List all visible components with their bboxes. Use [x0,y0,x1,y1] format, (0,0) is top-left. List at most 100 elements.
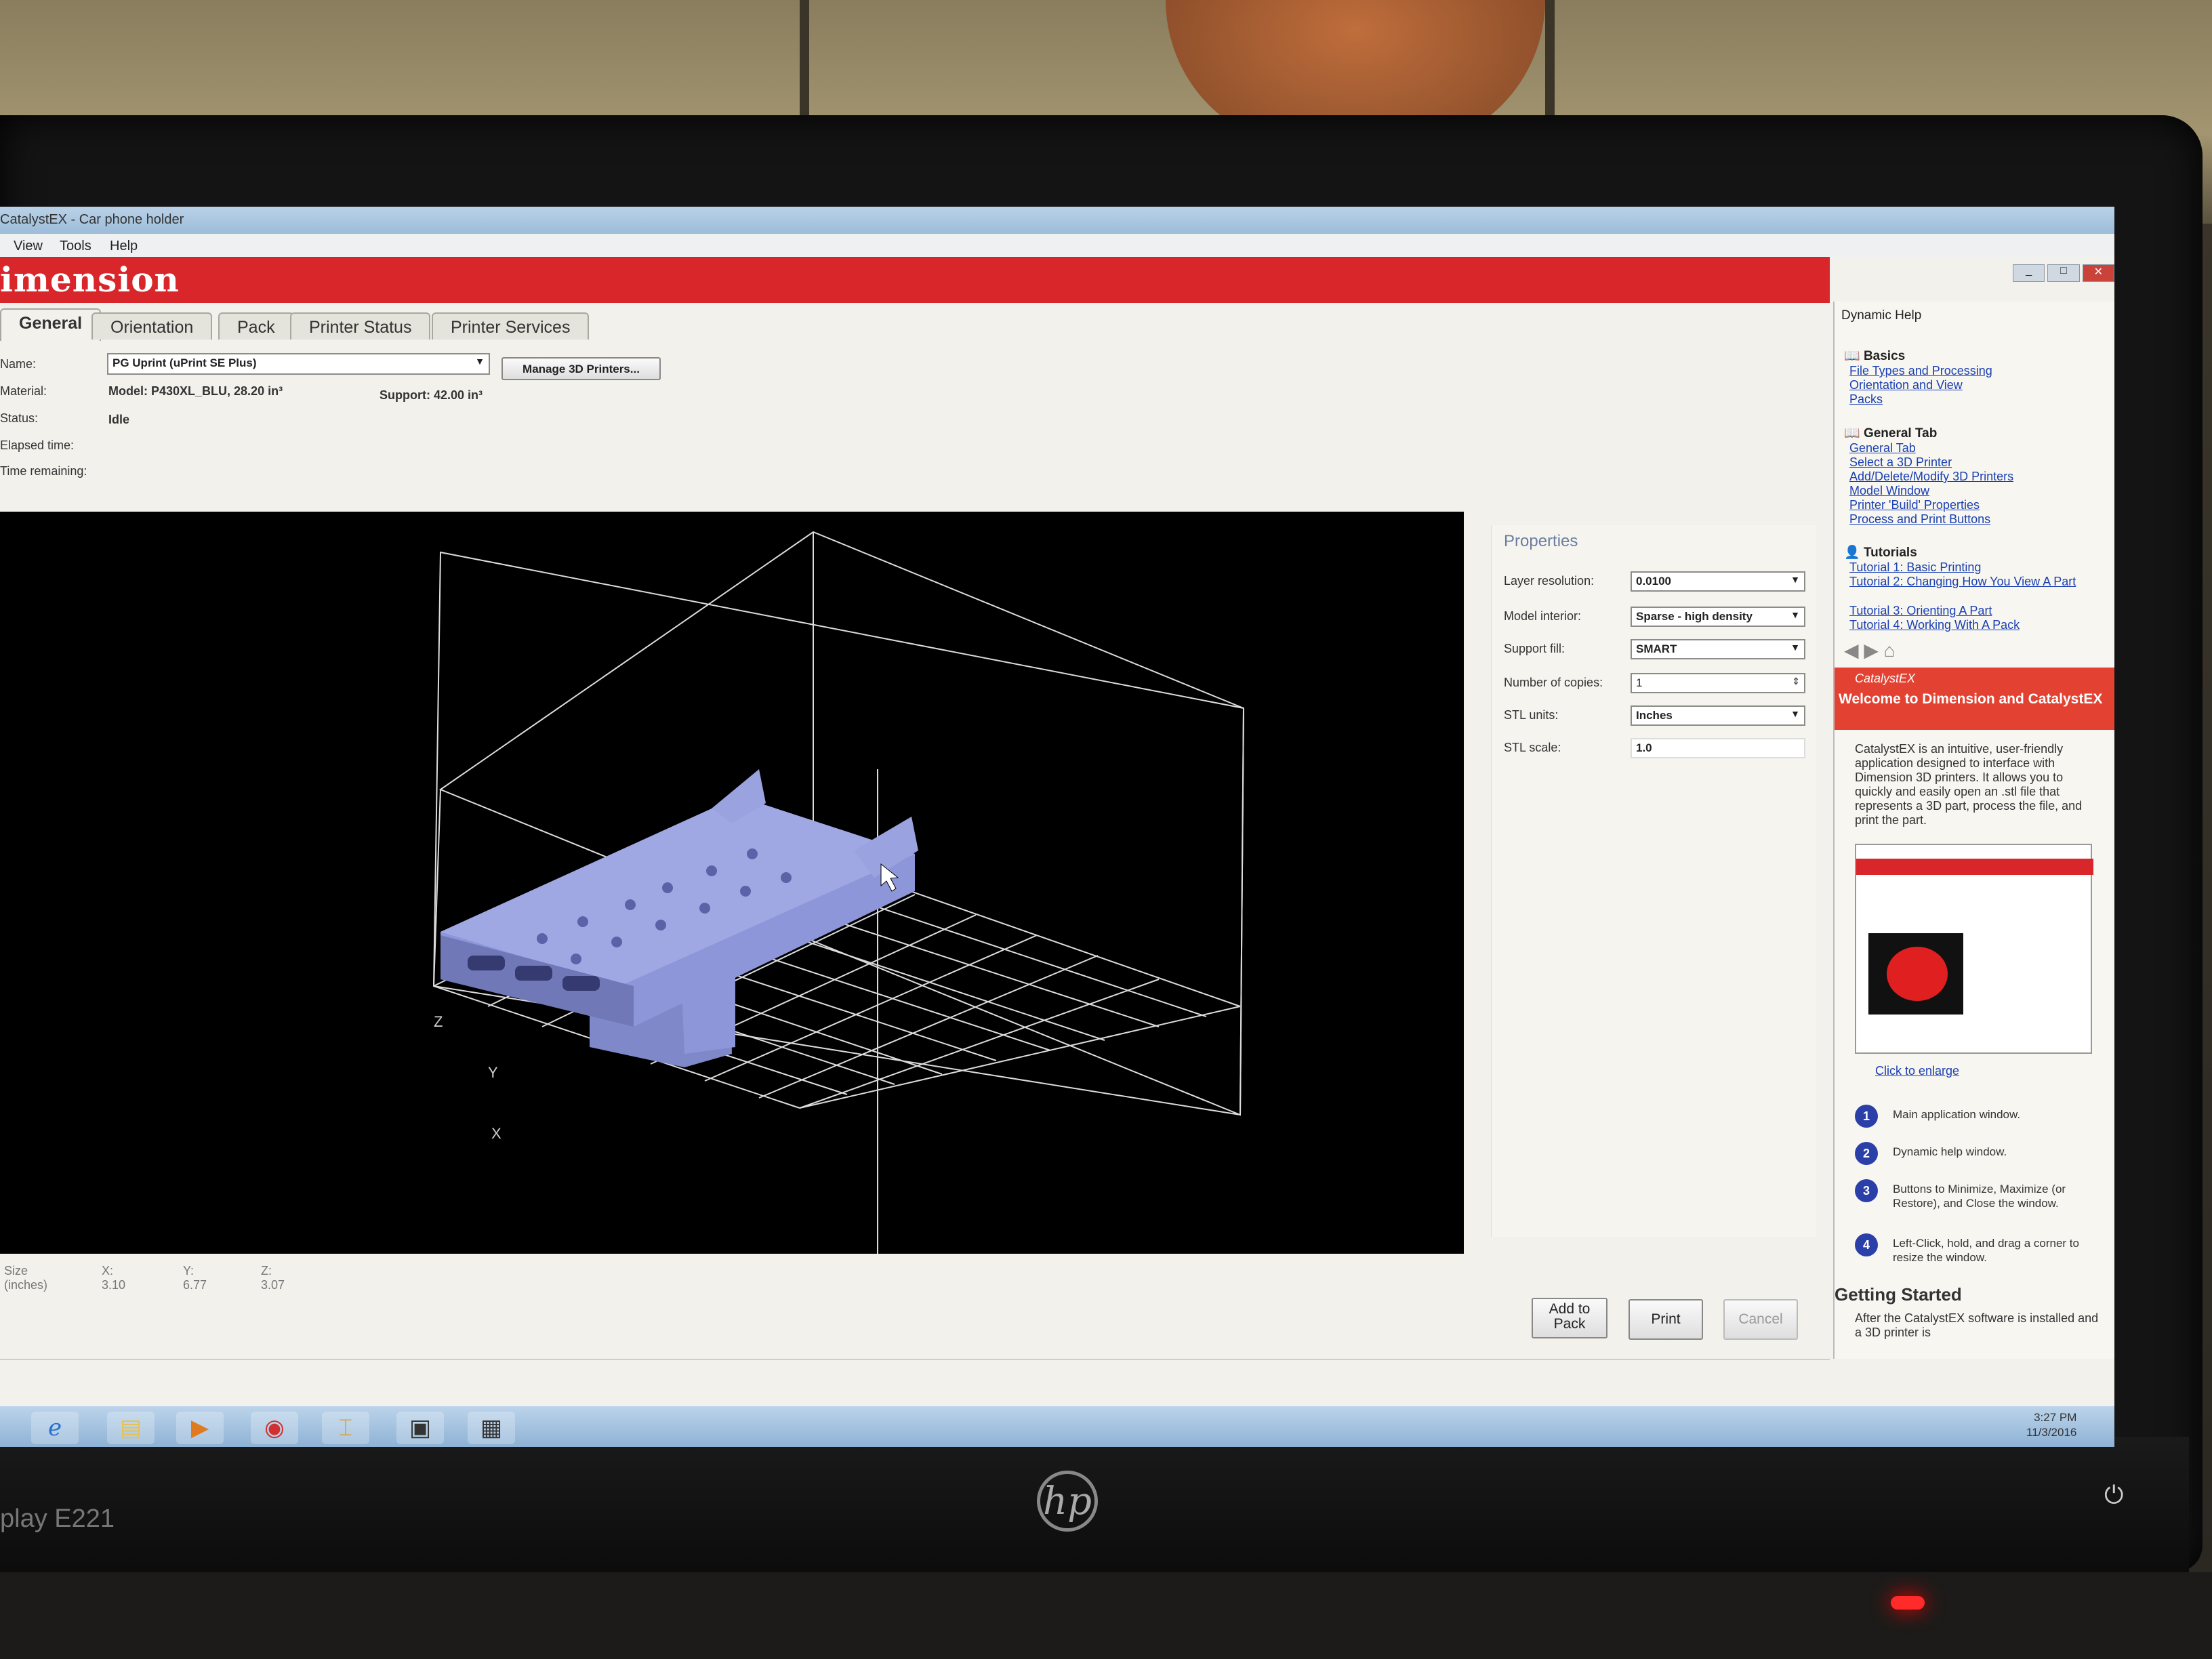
support-fill-value: SMART [1636,642,1677,655]
media-player-icon[interactable]: ▶ [176,1412,224,1444]
tab-general[interactable]: General [0,308,102,341]
help-link[interactable]: File Types and Processing [1849,364,1992,378]
tab-bar: General Orientation Pack Printer Status … [0,308,1830,342]
maximize-icon[interactable]: □ [2047,264,2080,282]
getting-started-heading: Getting Started [1835,1284,1962,1305]
menu-tools[interactable]: Tools [60,239,91,254]
tutorials-heading: 👤 Tutorials [1844,544,1917,560]
help-link[interactable]: Tutorial 1: Basic Printing [1849,560,1981,575]
help-link[interactable]: Model Window [1849,484,1929,498]
stl-scale-value: 1.0 [1636,741,1652,754]
help-link[interactable]: Process and Print Buttons [1849,512,1990,527]
support-material-value: Support: 42.00 in³ [380,388,483,402]
help-link[interactable]: Tutorial 3: Orienting A Part [1849,604,1992,618]
3d-model-car-phone-holder[interactable] [441,769,918,1067]
desk [0,1572,2212,1659]
layer-resolution-select[interactable]: 0.0100 ▼ [1631,571,1805,592]
internet-explorer-icon[interactable]: ℯ [31,1412,79,1444]
viewport-canvas[interactable]: Z Y X [0,512,1464,1254]
axis-y-label: Y [488,1064,498,1081]
help-step: 4 Left-Click, hold, and drag a corner to … [1855,1233,2106,1267]
size-y: Y: 6.77 [183,1264,207,1292]
file-explorer-icon[interactable]: ▤ [107,1412,155,1444]
general-tab-heading: 📖 General Tab [1844,425,1937,441]
help-link[interactable]: Printer 'Build' Properties [1849,498,1980,512]
monitor-model-label: play E221 [0,1504,115,1533]
help-link[interactable]: Orientation and View [1849,378,1963,392]
stepper-icon[interactable]: ⇕ [1792,676,1800,687]
app-icon[interactable]: ▣ [396,1412,444,1444]
welcome-brand: CatalystEX [1855,672,1916,685]
help-step: 1 Main application window. [1855,1105,2106,1139]
close-icon[interactable]: ✕ [2082,264,2114,282]
home-icon[interactable]: ⌂ [1884,640,1896,661]
menu-view[interactable]: View [14,239,43,254]
step-text: Main application window. [1893,1108,2021,1121]
help-link[interactable]: Tutorial 2: Changing How You View A Part [1849,575,2093,589]
app-icon[interactable]: ▦ [468,1412,515,1444]
chevron-down-icon: ▼ [1790,708,1800,719]
menu-help[interactable]: Help [110,239,138,254]
click-to-enlarge-link[interactable]: Click to enlarge [1875,1064,1959,1078]
taskbar: ℯ ▤ ▶ ◉ ⌶ ▣ ▦ 3:27 PM 11/3/2016 [0,1406,2114,1447]
screen: CatalystEX - Car phone holder View Tools… [0,207,2114,1447]
help-link[interactable]: General Tab [1849,441,1916,455]
axis-z-label: Z [434,1013,443,1030]
layer-resolution-value: 0.0100 [1636,575,1671,588]
chevron-down-icon: ▼ [1790,574,1800,585]
power-icon[interactable]: ⏻ [2104,1481,2123,1510]
chevron-down-icon: ▼ [1790,642,1800,653]
model-viewport[interactable]: Z Y X [0,512,1464,1254]
clock-date: 11/3/2016 [2026,1426,2077,1439]
chevron-down-icon: ▼ [1790,609,1800,620]
status-value: Idle [108,413,130,426]
add-to-pack-button[interactable]: Add to Pack [1532,1298,1607,1338]
intro-text: CatalystEX is an intuitive, user-friendl… [1855,742,2083,827]
general-tab-heading-text: General Tab [1863,426,1938,441]
red-led [1891,1596,1925,1610]
divider [0,1359,1830,1360]
manage-printers-button[interactable]: Manage 3D Printers... [501,357,661,380]
stl-scale-input[interactable]: 1.0 [1631,738,1805,758]
brand-bar [0,257,1830,303]
tab-pack[interactable]: Pack [218,312,294,340]
model-interior-select[interactable]: Sparse - high density ▼ [1631,607,1805,627]
cancel-button[interactable]: Cancel [1723,1299,1798,1340]
app-screenshot-thumbnail[interactable] [1855,844,2093,1054]
status-label: Status: [0,411,39,425]
menu-bar: View Tools Help [0,234,2114,257]
help-link[interactable]: Tutorial 4: Working With A Pack [1849,618,2020,632]
stl-units-select[interactable]: Inches ▼ [1631,705,1805,726]
catalystex-icon[interactable]: ⌶ [322,1412,369,1444]
stl-scale-label: STL scale: [1504,741,1561,754]
printer-select-value: PG Uprint (uPrint SE Plus) [112,356,257,369]
system-clock[interactable]: 3:27 PM 11/3/2016 [2026,1410,2076,1440]
chrome-icon[interactable]: ◉ [251,1412,298,1444]
tab-orientation[interactable]: Orientation [91,312,213,340]
help-link[interactable]: Select a 3D Printer [1849,455,1952,470]
tab-printer-status[interactable]: Printer Status [290,312,431,340]
properties-panel: Properties Layer resolution: 0.0100 ▼ Mod… [1491,525,1816,1237]
book-icon: 📖 [1844,349,1864,363]
title-bar: CatalystEX - Car phone holder [0,207,2114,234]
tab-printer-services[interactable]: Printer Services [432,312,590,340]
stl-units-value: Inches [1636,709,1673,722]
back-icon[interactable]: ◀ [1844,640,1859,661]
properties-title: Properties [1504,532,1578,550]
copies-stepper[interactable]: 1 ⇕ [1631,673,1805,693]
welcome-banner: CatalystEX Welcome to Dimension and Cata… [1835,668,2114,730]
support-fill-select[interactable]: SMART ▼ [1631,639,1805,659]
dynamic-help-panel: Dynamic Help 📖 Basics File Types and Pro… [1833,302,2114,1359]
help-link[interactable]: Packs [1849,392,1883,407]
chevron-down-icon: ▼ [475,356,485,367]
minimize-icon[interactable]: _ [2013,264,2045,282]
help-step: 2 Dynamic help window. [1855,1142,2106,1176]
help-step: 3 Buttons to Minimize, Maximize (or Resto… [1855,1179,2106,1213]
size-x: X: 3.10 [102,1264,126,1292]
model-material-value: Model: P430XL_BLU, 28.20 in³ [108,384,283,398]
printer-select[interactable]: PG Uprint (uPrint SE Plus) ▼ [107,353,490,375]
person-icon: 👤 [1844,546,1864,560]
print-button[interactable]: Print [1629,1299,1703,1340]
help-link[interactable]: Add/Delete/Modify 3D Printers [1849,470,2013,484]
forward-icon[interactable]: ▶ [1864,640,1879,661]
